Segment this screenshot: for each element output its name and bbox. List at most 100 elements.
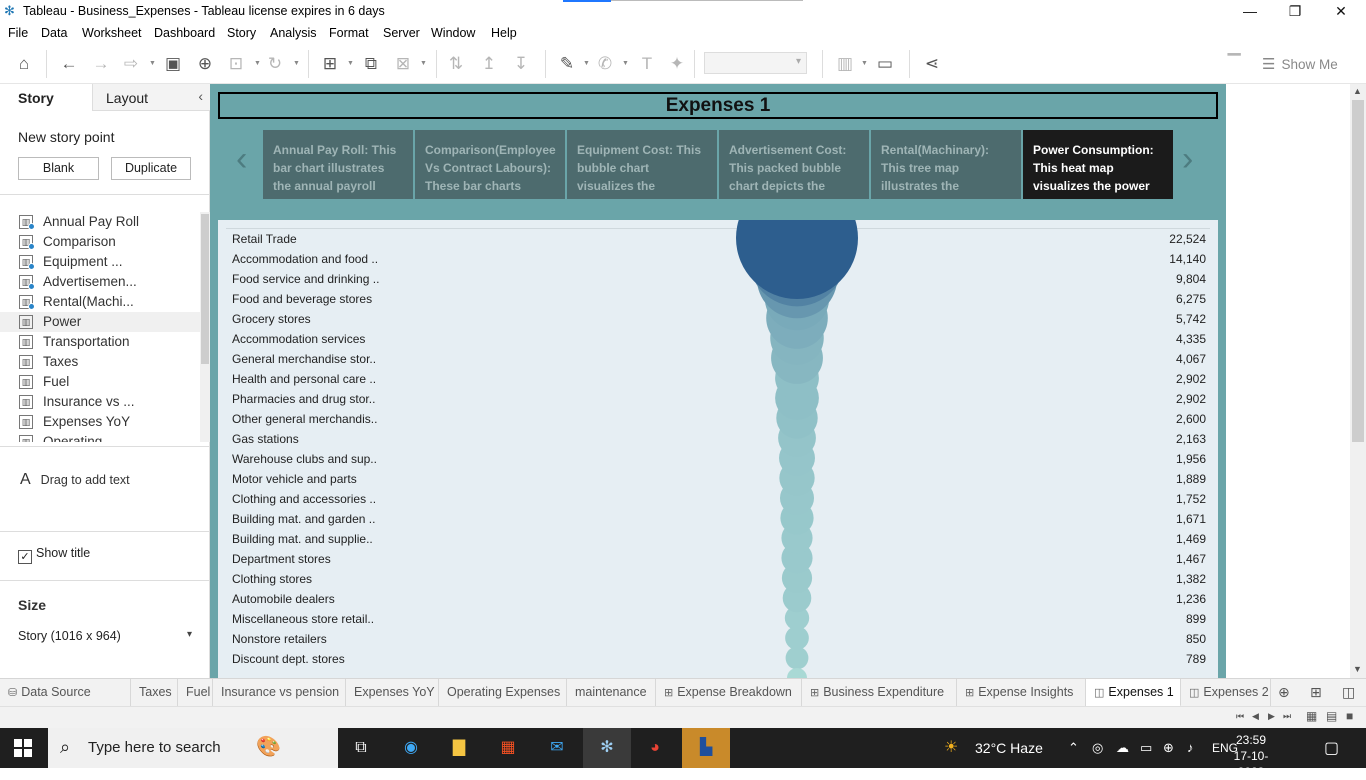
first-sheet-icon[interactable]: ⏮ [1236,711,1244,722]
new-sheet-icon[interactable]: ⊞ [319,53,341,75]
menu-worksheet[interactable]: Worksheet [82,26,142,40]
sheet-item-fuel[interactable]: ▥ Fuel [0,372,200,392]
menu-help[interactable]: Help [491,26,517,40]
tab-data-source[interactable]: ⛁ Data Source [0,679,131,707]
sheet-item-taxes[interactable]: ▥ Taxes [0,352,200,372]
replay-icon[interactable]: ⇨ [120,53,142,75]
volume-icon[interactable]: ♪ [1187,740,1194,755]
menu-data[interactable]: Data [41,26,67,40]
tab-expenses-2[interactable]: ◫ Expenses 2 [1181,679,1271,707]
new-story-icon[interactable]: ◫ [1342,684,1355,701]
clear-caret-icon[interactable]: ▼ [420,60,427,67]
bubble-mark[interactable] [785,646,809,670]
filmstrip-view-icon[interactable]: ▦ [1306,709,1317,723]
tab-maintenance[interactable]: maintenance [567,679,656,707]
format-painter-icon[interactable]: ▔ [1223,53,1245,75]
sheet-item-advertisement[interactable]: ▥ Advertisemen... [0,272,200,292]
notifications-icon[interactable]: ▢ [1324,738,1339,758]
scrollbar-thumb[interactable] [1352,100,1364,442]
story-point-equipment-cost[interactable]: Equipment Cost: This bubble chart visual… [567,130,717,199]
menu-window[interactable]: Window [431,26,475,40]
tab-expense-insights[interactable]: ⊞ Expense Insights [957,679,1086,707]
chrome-icon[interactable]: ◕ [641,734,669,762]
bubble-chart[interactable]: Retail Trade 22,524 Accommodation and food… [218,220,1218,678]
task-view-icon[interactable]: ⧉ [347,734,375,762]
windows-start-icon[interactable] [14,739,32,757]
show-cards-caret-icon[interactable]: ▼ [861,60,868,67]
highlight-icon[interactable]: ✎ [556,53,578,75]
swap-icon[interactable]: ⇅ [445,53,467,75]
file-manager-icon[interactable]: ▙ [692,734,720,762]
show-title-checkbox[interactable]: ✓ Show title [18,546,90,564]
minimize-button[interactable]: — [1227,0,1273,24]
collapse-panel-icon[interactable]: ‹ [198,88,203,104]
sort-descending-icon[interactable]: ↧ [510,53,532,75]
show-me-button[interactable]: ☰ Show Me [1262,55,1338,73]
sheet-item-power[interactable]: ▥ Power [0,312,200,332]
size-dropdown[interactable]: Story (1016 x 964) [18,629,194,643]
weather-icon[interactable]: ☀ [944,737,958,757]
sheet-item-comparison[interactable]: ▥ Comparison [0,232,200,252]
tabs-view-icon[interactable]: ■ [1346,709,1353,723]
sort-ascending-icon[interactable]: ↥ [478,53,500,75]
menu-format[interactable]: Format [329,26,369,40]
edge-browser-icon[interactable]: ◉ [397,734,425,762]
group-caret-icon[interactable]: ▼ [622,60,629,67]
new-dashboard-icon[interactable]: ⊞ [1310,684,1322,701]
blank-button[interactable]: Blank [18,157,99,180]
canvas-scrollbar[interactable]: ▲ ▼ [1350,84,1366,678]
menu-dashboard[interactable]: Dashboard [154,26,215,40]
bubble-mark[interactable] [736,220,858,299]
last-sheet-icon[interactable]: ⏭ [1283,711,1291,722]
sheet-item-insurance[interactable]: ▥ Insurance vs ... [0,392,200,412]
clear-sheet-icon[interactable]: ⊠ [392,53,414,75]
tab-insurance-vs-pension[interactable]: Insurance vs pension [213,679,346,707]
undo-icon[interactable]: ← [58,53,80,75]
refresh-icon[interactable]: ↻ [264,53,286,75]
menu-server[interactable]: Server [383,26,420,40]
next-sheet-icon[interactable]: ▶ [1268,711,1275,722]
story-point-power-consumption[interactable]: Power Consumption: This heat map visuali… [1023,130,1173,199]
tab-expenses-yoy[interactable]: Expenses YoY [346,679,439,707]
previous-story-point-icon[interactable]: ‹ [236,142,247,176]
sheet-item-rental[interactable]: ▥ Rental(Machi... [0,292,200,312]
group-icon[interactable]: ✆ [594,53,616,75]
network-status-icon[interactable]: ☁ [1116,740,1129,756]
tab-layout[interactable]: Layout ‹ [92,84,210,110]
bubble-mark[interactable] [787,668,807,678]
restore-button[interactable]: ❐ [1272,0,1318,24]
file-explorer-icon[interactable]: ▇ [445,734,473,762]
tab-taxes[interactable]: Taxes [131,679,178,707]
menu-analysis[interactable]: Analysis [270,26,317,40]
next-story-point-icon[interactable]: › [1182,142,1193,176]
datasource-caret-icon[interactable]: ▼ [254,60,261,67]
fit-dropdown[interactable] [704,52,807,74]
drag-to-add-text[interactable]: A Drag to add text [20,471,130,489]
tab-story[interactable]: Story [0,84,92,111]
show-cards-icon[interactable]: ▥ [834,53,856,75]
taskbar-search[interactable]: ⌕ Type here to search 🎨 [48,728,338,768]
refresh-caret-icon[interactable]: ▼ [293,60,300,67]
new-worksheet-icon[interactable]: ⊕ [1278,684,1290,701]
tab-operating-expenses[interactable]: Operating Expenses [439,679,567,707]
tab-business-expenditure[interactable]: ⊞ Business Expenditure [802,679,957,707]
previous-sheet-icon[interactable]: ◀ [1252,711,1259,722]
redo-icon[interactable]: → [90,53,112,75]
new-datasource-icon[interactable]: ⊕ [194,53,216,75]
microsoft-store-icon[interactable]: ▦ [494,734,522,762]
duplicate-sheet-icon[interactable]: ⧉ [360,53,382,75]
mail-icon[interactable]: ✉ [543,734,571,762]
close-button[interactable]: ✕ [1318,0,1364,24]
tab-expenses-1[interactable]: ◫ Expenses 1 [1086,679,1181,707]
tab-fuel[interactable]: Fuel [178,679,213,707]
sheet-item-expenses-yoy[interactable]: ▥ Expenses YoY [0,412,200,432]
presentation-mode-icon[interactable]: ▭ [874,53,896,75]
sheet-list-scrollbar[interactable] [200,212,210,442]
share-icon[interactable]: ⋖ [921,53,943,75]
pin-icon[interactable]: ✦ [666,53,688,75]
highlight-caret-icon[interactable]: ▼ [583,60,590,67]
scrollbar-thumb[interactable] [201,214,209,364]
sheet-item-equipment[interactable]: ▥ Equipment ... [0,252,200,272]
meet-now-icon[interactable]: ◎ [1092,740,1103,756]
new-sheet-caret-icon[interactable]: ▼ [347,60,354,67]
